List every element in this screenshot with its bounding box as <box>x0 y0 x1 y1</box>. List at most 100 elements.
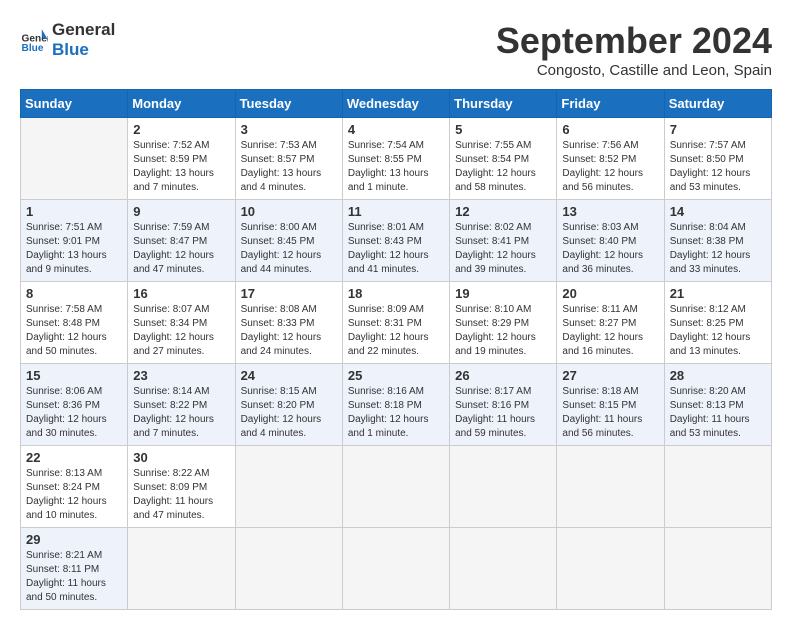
calendar-cell: 30 Sunrise: 8:22 AM Sunset: 8:09 PM Dayl… <box>128 446 235 528</box>
day-number: 21 <box>670 286 766 301</box>
day-number: 17 <box>241 286 337 301</box>
day-number: 26 <box>455 368 551 383</box>
day-number: 24 <box>241 368 337 383</box>
day-number: 22 <box>26 450 122 465</box>
calendar-cell: 26 Sunrise: 8:17 AM Sunset: 8:16 PM Dayl… <box>450 364 557 446</box>
month-year-title: September 2024 <box>496 20 772 62</box>
day-number: 18 <box>348 286 444 301</box>
calendar-cell: 18 Sunrise: 8:09 AM Sunset: 8:31 PM Dayl… <box>342 282 449 364</box>
calendar-cell: 5 Sunrise: 7:55 AM Sunset: 8:54 PM Dayli… <box>450 118 557 200</box>
day-info: Sunrise: 7:53 AM Sunset: 8:57 PM Dayligh… <box>241 139 337 195</box>
calendar-cell: 24 Sunrise: 8:15 AM Sunset: 8:20 PM Dayl… <box>235 364 342 446</box>
calendar-cell: 10 Sunrise: 8:00 AM Sunset: 8:45 PM Dayl… <box>235 200 342 282</box>
day-info: Sunrise: 7:54 AM Sunset: 8:55 PM Dayligh… <box>348 139 444 195</box>
weekday-header-friday: Friday <box>557 90 664 118</box>
weekday-header-sunday: Sunday <box>21 90 128 118</box>
day-number: 10 <box>241 204 337 219</box>
calendar-cell: 25 Sunrise: 8:16 AM Sunset: 8:18 PM Dayl… <box>342 364 449 446</box>
calendar-cell: 29 Sunrise: 8:21 AM Sunset: 8:11 PM Dayl… <box>21 528 128 610</box>
day-info: Sunrise: 7:52 AM Sunset: 8:59 PM Dayligh… <box>133 139 229 195</box>
logo-icon: General Blue <box>20 26 48 54</box>
calendar-cell: 15 Sunrise: 8:06 AM Sunset: 8:36 PM Dayl… <box>21 364 128 446</box>
day-info: Sunrise: 8:00 AM Sunset: 8:45 PM Dayligh… <box>241 221 337 277</box>
day-info: Sunrise: 8:04 AM Sunset: 8:38 PM Dayligh… <box>670 221 766 277</box>
calendar-cell: 22 Sunrise: 8:13 AM Sunset: 8:24 PM Dayl… <box>21 446 128 528</box>
day-number: 12 <box>455 204 551 219</box>
day-info: Sunrise: 8:12 AM Sunset: 8:25 PM Dayligh… <box>670 303 766 359</box>
day-number: 23 <box>133 368 229 383</box>
day-number: 19 <box>455 286 551 301</box>
calendar-cell: 13 Sunrise: 8:03 AM Sunset: 8:40 PM Dayl… <box>557 200 664 282</box>
day-number: 13 <box>562 204 658 219</box>
calendar-cell: 1 Sunrise: 7:51 AM Sunset: 9:01 PM Dayli… <box>21 200 128 282</box>
day-number: 29 <box>26 532 122 547</box>
day-number: 4 <box>348 122 444 137</box>
logo-blue: Blue <box>52 40 115 60</box>
day-number: 5 <box>455 122 551 137</box>
logo: General Blue General Blue <box>20 20 115 59</box>
weekday-header-saturday: Saturday <box>664 90 771 118</box>
day-info: Sunrise: 8:17 AM Sunset: 8:16 PM Dayligh… <box>455 385 551 441</box>
day-info: Sunrise: 8:13 AM Sunset: 8:24 PM Dayligh… <box>26 467 122 523</box>
day-info: Sunrise: 7:57 AM Sunset: 8:50 PM Dayligh… <box>670 139 766 195</box>
day-info: Sunrise: 7:58 AM Sunset: 8:48 PM Dayligh… <box>26 303 122 359</box>
calendar-cell: 14 Sunrise: 8:04 AM Sunset: 8:38 PM Dayl… <box>664 200 771 282</box>
day-number: 3 <box>241 122 337 137</box>
calendar-cell: 6 Sunrise: 7:56 AM Sunset: 8:52 PM Dayli… <box>557 118 664 200</box>
calendar-cell: 16 Sunrise: 8:07 AM Sunset: 8:34 PM Dayl… <box>128 282 235 364</box>
day-info: Sunrise: 8:16 AM Sunset: 8:18 PM Dayligh… <box>348 385 444 441</box>
day-info: Sunrise: 8:20 AM Sunset: 8:13 PM Dayligh… <box>670 385 766 441</box>
day-number: 7 <box>670 122 766 137</box>
calendar-cell <box>342 446 449 528</box>
calendar-cell <box>21 118 128 200</box>
day-number: 25 <box>348 368 444 383</box>
day-number: 27 <box>562 368 658 383</box>
day-info: Sunrise: 8:03 AM Sunset: 8:40 PM Dayligh… <box>562 221 658 277</box>
day-info: Sunrise: 8:18 AM Sunset: 8:15 PM Dayligh… <box>562 385 658 441</box>
calendar-cell: 23 Sunrise: 8:14 AM Sunset: 8:22 PM Dayl… <box>128 364 235 446</box>
calendar-cell: 12 Sunrise: 8:02 AM Sunset: 8:41 PM Dayl… <box>450 200 557 282</box>
weekday-header-thursday: Thursday <box>450 90 557 118</box>
title-area: September 2024 Congosto, Castille and Le… <box>496 20 772 79</box>
day-info: Sunrise: 8:15 AM Sunset: 8:20 PM Dayligh… <box>241 385 337 441</box>
location-subtitle: Congosto, Castille and Leon, Spain <box>496 62 772 79</box>
day-number: 15 <box>26 368 122 383</box>
day-number: 8 <box>26 286 122 301</box>
calendar-cell: 7 Sunrise: 7:57 AM Sunset: 8:50 PM Dayli… <box>664 118 771 200</box>
day-info: Sunrise: 7:55 AM Sunset: 8:54 PM Dayligh… <box>455 139 551 195</box>
logo-general: General <box>52 20 115 40</box>
calendar-cell: 17 Sunrise: 8:08 AM Sunset: 8:33 PM Dayl… <box>235 282 342 364</box>
weekday-header-tuesday: Tuesday <box>235 90 342 118</box>
day-info: Sunrise: 8:08 AM Sunset: 8:33 PM Dayligh… <box>241 303 337 359</box>
calendar-cell: 11 Sunrise: 8:01 AM Sunset: 8:43 PM Dayl… <box>342 200 449 282</box>
calendar-cell: 20 Sunrise: 8:11 AM Sunset: 8:27 PM Dayl… <box>557 282 664 364</box>
day-info: Sunrise: 8:07 AM Sunset: 8:34 PM Dayligh… <box>133 303 229 359</box>
day-number: 1 <box>26 204 122 219</box>
calendar-cell: 3 Sunrise: 7:53 AM Sunset: 8:57 PM Dayli… <box>235 118 342 200</box>
day-number: 6 <box>562 122 658 137</box>
calendar-cell: 2 Sunrise: 7:52 AM Sunset: 8:59 PM Dayli… <box>128 118 235 200</box>
day-number: 2 <box>133 122 229 137</box>
day-info: Sunrise: 8:01 AM Sunset: 8:43 PM Dayligh… <box>348 221 444 277</box>
day-info: Sunrise: 8:06 AM Sunset: 8:36 PM Dayligh… <box>26 385 122 441</box>
calendar-cell <box>342 528 449 610</box>
calendar-table: SundayMondayTuesdayWednesdayThursdayFrid… <box>20 89 772 610</box>
day-info: Sunrise: 7:56 AM Sunset: 8:52 PM Dayligh… <box>562 139 658 195</box>
calendar-cell <box>450 446 557 528</box>
day-info: Sunrise: 8:14 AM Sunset: 8:22 PM Dayligh… <box>133 385 229 441</box>
day-info: Sunrise: 8:11 AM Sunset: 8:27 PM Dayligh… <box>562 303 658 359</box>
calendar-cell: 27 Sunrise: 8:18 AM Sunset: 8:15 PM Dayl… <box>557 364 664 446</box>
day-number: 20 <box>562 286 658 301</box>
svg-text:Blue: Blue <box>22 42 44 53</box>
calendar-cell: 4 Sunrise: 7:54 AM Sunset: 8:55 PM Dayli… <box>342 118 449 200</box>
day-number: 16 <box>133 286 229 301</box>
day-number: 11 <box>348 204 444 219</box>
weekday-header-wednesday: Wednesday <box>342 90 449 118</box>
calendar-cell <box>557 528 664 610</box>
day-number: 30 <box>133 450 229 465</box>
calendar-cell <box>664 528 771 610</box>
calendar-cell: 19 Sunrise: 8:10 AM Sunset: 8:29 PM Dayl… <box>450 282 557 364</box>
calendar-cell: 8 Sunrise: 7:58 AM Sunset: 8:48 PM Dayli… <box>21 282 128 364</box>
day-info: Sunrise: 8:09 AM Sunset: 8:31 PM Dayligh… <box>348 303 444 359</box>
day-info: Sunrise: 8:02 AM Sunset: 8:41 PM Dayligh… <box>455 221 551 277</box>
